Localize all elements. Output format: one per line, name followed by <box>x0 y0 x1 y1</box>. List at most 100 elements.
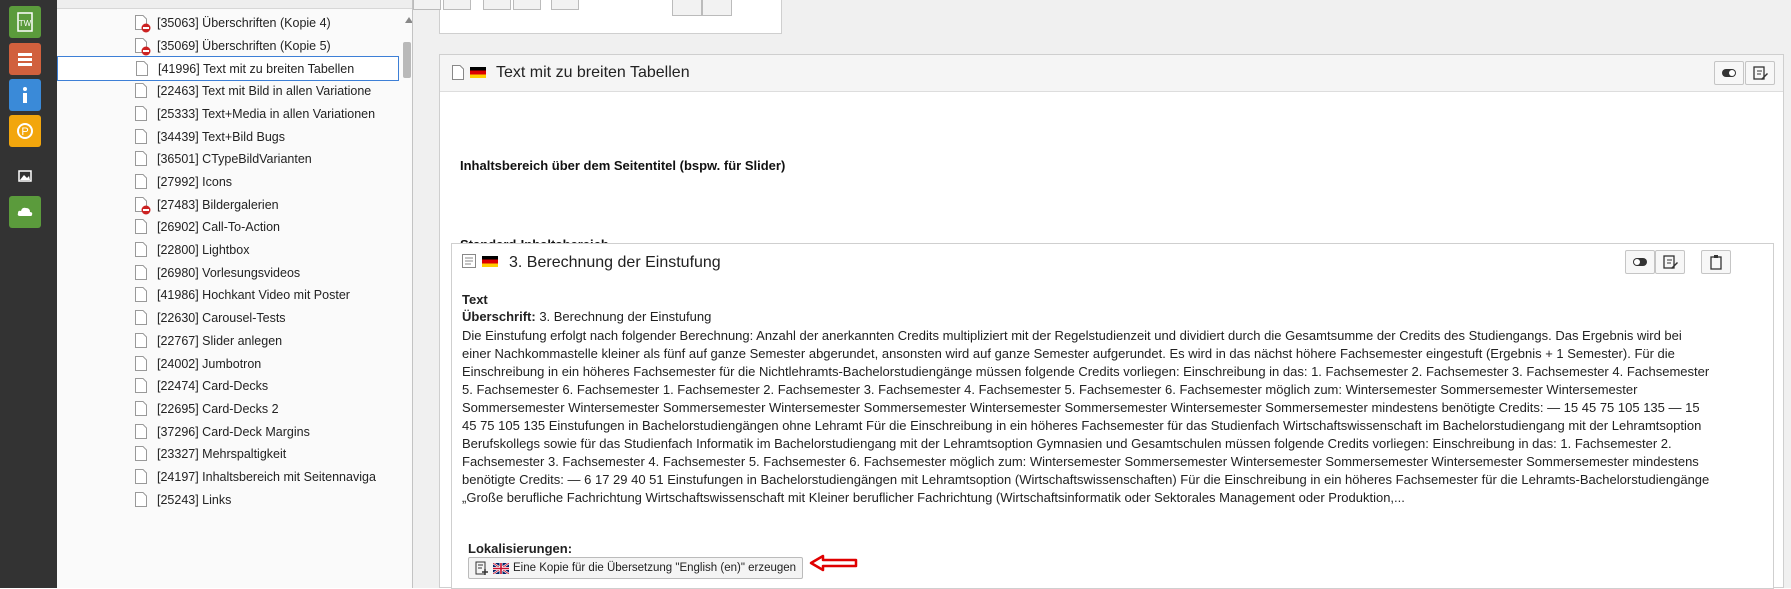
page-icon <box>135 173 147 189</box>
info-module-icon[interactable] <box>9 79 41 111</box>
german-flag-icon <box>470 67 486 78</box>
page-header: Text mit zu breiten Tabellen <box>440 55 1783 92</box>
body-text-line: 5. Fachsemester 6. Fachsemester 1. Fachs… <box>462 382 1638 397</box>
annotation-arrow-icon <box>809 554 858 572</box>
tree-item-label: [22695] Card-Decks 2 <box>157 401 279 416</box>
tree-item[interactable]: [24002] Jumbotron <box>57 352 399 377</box>
tree-item[interactable]: [27483] Bildergalerien <box>57 193 399 218</box>
body-text-line: Fachsemester 3. Fachsemester 4. Fachseme… <box>462 454 1699 469</box>
view-button[interactable] <box>413 0 441 10</box>
tree-scrollbar-thumb[interactable] <box>403 42 411 78</box>
tree-item[interactable]: [35069] Überschriften (Kopie 5) <box>57 34 399 59</box>
tree-item[interactable]: [27992] Icons <box>57 170 399 195</box>
page-icon <box>135 355 147 371</box>
tree-item[interactable]: [22695] Card-Decks 2 <box>57 397 399 422</box>
edit-page-properties-button[interactable] <box>1745 61 1775 85</box>
svg-text:TW: TW <box>19 19 32 28</box>
page-icon <box>135 105 147 121</box>
uk-flag-icon <box>493 562 509 574</box>
tree-item-label: [27483] Bildergalerien <box>157 197 279 212</box>
page-icon <box>136 61 148 77</box>
body-text-line: Einschreibung in ein höheres Fachsemeste… <box>462 364 1710 379</box>
reload-button[interactable] <box>551 0 579 10</box>
tree-item-label: [25243] Links <box>157 492 232 507</box>
tree-item-label: [36501] CTypeBildVarianten <box>157 152 312 167</box>
tree-item[interactable]: [22767] Slider anlegen <box>57 329 399 354</box>
page-icon <box>135 128 147 144</box>
page-icon <box>135 287 147 303</box>
tree-item[interactable]: [22800] Lightbox <box>57 238 399 263</box>
body-text-line: Berufskollegs sowie für das Studienfach … <box>462 436 1672 451</box>
new-content-button[interactable] <box>483 0 511 10</box>
tree-item-label: [35069] Überschriften (Kopie 5) <box>157 38 331 53</box>
body-text-line: Die Einstufung erfolgt nach folgender Be… <box>462 328 1682 343</box>
hidden-badge-icon <box>141 46 151 56</box>
page-icon <box>135 151 147 167</box>
create-translation-button[interactable]: Eine Kopie für die Übersetzung "English … <box>468 557 804 579</box>
tree-item-label: [22800] Lightbox <box>157 243 250 257</box>
page-title: Text mit zu breiten Tabellen <box>496 64 690 81</box>
edit-button[interactable] <box>702 0 732 16</box>
content-type-label: Text <box>462 292 488 307</box>
tree-item[interactable]: [37296] Card-Deck Margins <box>57 420 399 445</box>
header-line: Überschrift: 3. Berechnung der Einstufun… <box>462 309 711 324</box>
tree-item-label: [22463] Text mit Bild in allen Variation… <box>157 84 372 99</box>
body-text-line: einer Nachkommastelle kleiner als fünf a… <box>462 346 1675 361</box>
toggle-icon <box>1722 69 1736 77</box>
body-text-line: Sommersemester Wintersemester Sommerseme… <box>462 400 1700 415</box>
header-label: Überschrift: <box>462 309 536 324</box>
clipboard-button[interactable] <box>1701 250 1731 274</box>
tree-item[interactable]: [24197] Inhaltsbereich mit Seitennaviga <box>57 465 399 490</box>
clipboard-icon <box>1710 255 1722 270</box>
cloud-module-icon[interactable] <box>9 196 41 228</box>
page-icon <box>135 332 147 348</box>
tree-item-label: [22767] Slider anlegen <box>157 333 283 348</box>
tree-item[interactable]: [26902] Call-To-Action <box>57 215 399 240</box>
page-module-icon[interactable]: TW <box>9 6 41 38</box>
tree-item[interactable]: [22474] Card-Decks <box>57 374 399 399</box>
image-module-icon[interactable] <box>9 160 41 192</box>
tree-item-label: [41996] Text mit zu breiten Tabellen <box>158 62 355 77</box>
edit-icon <box>1753 66 1768 80</box>
toggle-visibility-button[interactable] <box>1625 250 1655 274</box>
toggle-visibility-button[interactable] <box>1714 61 1744 85</box>
tree-item[interactable]: [22463] Text mit Bild in allen Variation… <box>57 79 399 104</box>
tree-item-label: [22474] Card-Decks <box>157 379 269 394</box>
edit-page-button[interactable] <box>443 0 471 10</box>
tree-item-label: [24197] Inhaltsbereich mit Seitennaviga <box>157 470 376 484</box>
tree-item-label: [34439] Text+Bild Bugs <box>157 129 285 144</box>
tree-item[interactable]: [35063] Überschriften (Kopie 4) <box>57 11 399 36</box>
toggle-button[interactable] <box>672 0 702 16</box>
tree-item-label: [25333] Text+Media in allen Variationen <box>157 106 376 121</box>
tree-item[interactable]: [23327] Mehrspaltigkeit <box>57 442 399 467</box>
content-body-text: Die Einstufung erfolgt nach folgender Be… <box>462 327 1762 507</box>
tree-item[interactable]: [22630] Carousel-Tests <box>57 306 399 331</box>
tree-item[interactable]: [34439] Text+Bild Bugs <box>57 125 399 150</box>
tree-item[interactable]: [25333] Text+Media in allen Variationen <box>57 102 399 127</box>
new-page-button[interactable] <box>513 0 541 10</box>
hidden-badge-icon <box>141 23 151 33</box>
tree-item[interactable]: [26980] Vorlesungsvideos <box>57 261 399 286</box>
page-icon <box>135 219 147 235</box>
at-module-icon[interactable]: P <box>9 115 41 147</box>
content-element-title: 3. Berechnung der Einstufung <box>509 254 721 271</box>
page-icon <box>135 378 147 394</box>
column-label-above-title: Inhaltsbereich über dem Seitentitel (bsp… <box>460 158 786 173</box>
tree-item[interactable]: [36501] CTypeBildVarianten <box>57 147 399 172</box>
body-text-line: 45 75 105 135 Einstufungen in Bachelorst… <box>462 418 1702 433</box>
page-icon <box>135 242 147 257</box>
content-element-card: 3. Berechnung der Einstufung Text Übersc… <box>451 243 1774 589</box>
scroll-up-icon[interactable] <box>405 17 413 23</box>
page-icon <box>135 264 147 280</box>
toggle-icon <box>1633 258 1647 266</box>
tree-item[interactable]: [41996] Text mit zu breiten Tabellen <box>57 56 399 82</box>
page-icon <box>135 491 147 507</box>
page-icon <box>135 469 147 484</box>
tree-item[interactable]: [41986] Hochkant Video mit Poster <box>57 283 399 308</box>
list-module-icon[interactable] <box>9 43 41 75</box>
edit-content-button[interactable] <box>1655 250 1685 274</box>
tree-item[interactable]: [25243] Links <box>57 488 399 513</box>
page-tree: [35063] Überschriften (Kopie 4) [35069] Ü… <box>57 0 413 588</box>
tree-item-label: [24002] Jumbotron <box>157 356 262 371</box>
page-icon <box>135 423 147 439</box>
